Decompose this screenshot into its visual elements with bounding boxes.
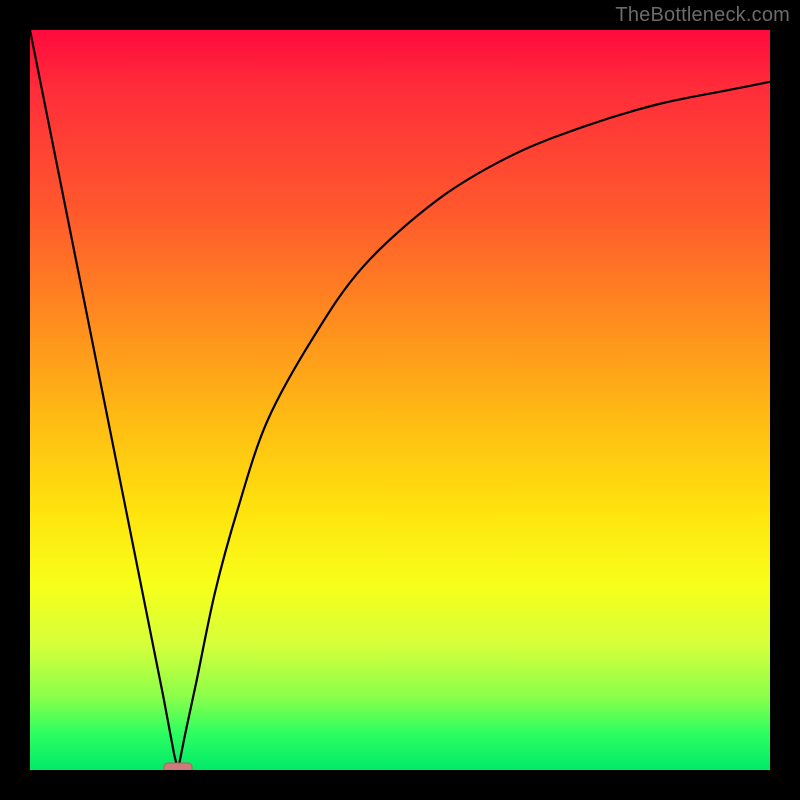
chart-frame [0, 0, 800, 800]
curve-layer [30, 30, 770, 770]
watermark-text: TheBottleneck.com [615, 4, 790, 27]
plot-area [30, 30, 770, 770]
chart-stage: TheBottleneck.com [0, 0, 800, 800]
curve-right-branch [178, 82, 770, 770]
curve-left-branch [30, 30, 178, 770]
bottleneck-marker [164, 763, 192, 770]
